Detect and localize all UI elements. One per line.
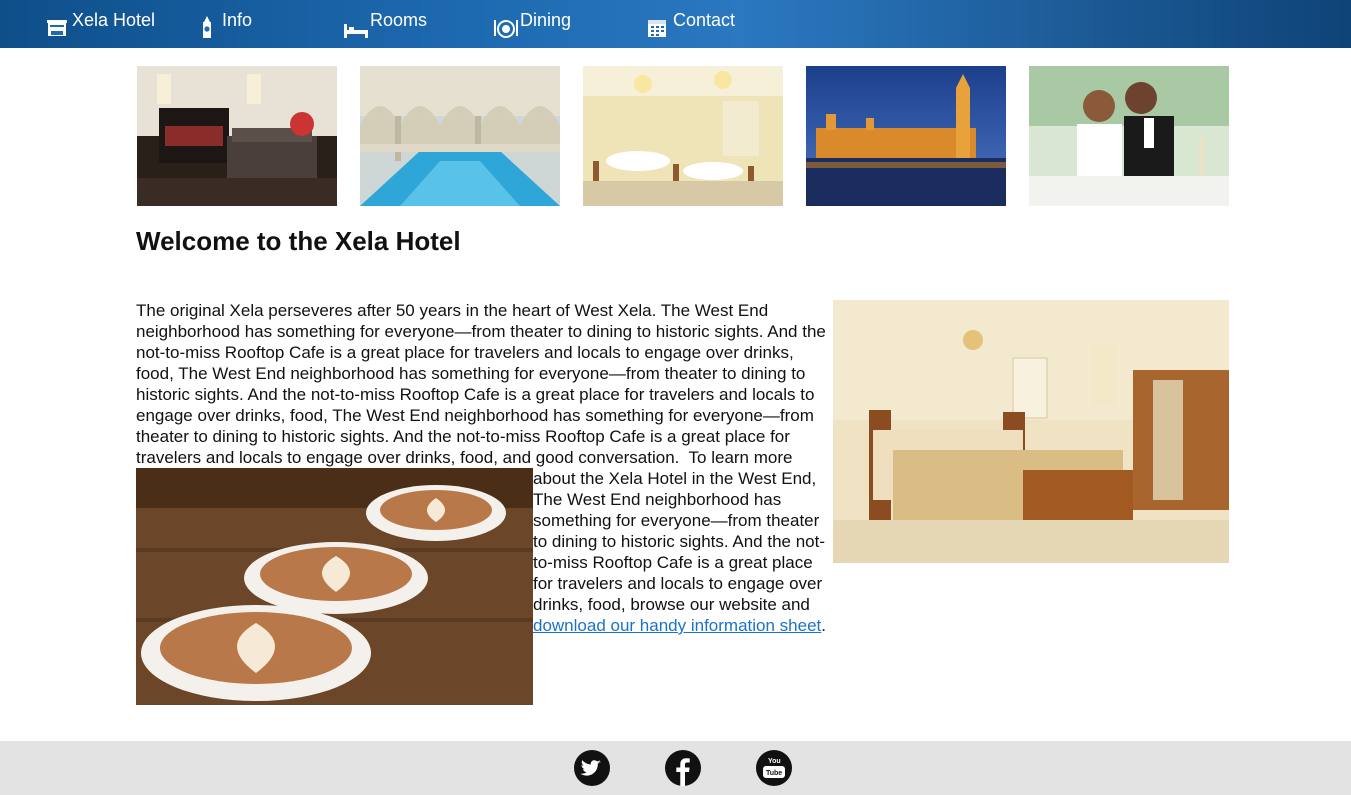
info-sheet-download-link[interactable]: download our handy information sheet xyxy=(533,616,821,635)
nav-item-label: Dining xyxy=(520,9,572,30)
nav-item-label: Contact xyxy=(673,9,736,30)
facebook-icon xyxy=(665,750,701,786)
page-title: Welcome to the Xela Hotel xyxy=(136,226,461,256)
youtube-icon: You Tube xyxy=(756,750,792,786)
article-body: The original Xela perseveres after 50 ye… xyxy=(136,300,833,705)
nav-item-contact[interactable]: Contact xyxy=(647,0,735,48)
nav-item-label: Rooms xyxy=(370,9,428,30)
svg-text:Tube: Tube xyxy=(766,770,782,777)
gallery-image-wedding[interactable] xyxy=(1029,66,1229,206)
nav-item-dining[interactable]: Dining xyxy=(494,0,571,48)
hotel-icon xyxy=(46,16,68,38)
gallery-image-parliament[interactable] xyxy=(806,66,1006,206)
dining-plate-icon xyxy=(494,16,518,38)
twitter-link[interactable] xyxy=(574,750,610,786)
youtube-link[interactable]: You Tube xyxy=(756,750,792,786)
big-ben-icon xyxy=(196,16,218,38)
svg-text:You: You xyxy=(768,758,781,765)
top-nav-bar: Xela Hotel Info Rooms Dining Contact xyxy=(0,0,1351,48)
twitter-icon xyxy=(574,750,610,786)
nav-item-label: Info xyxy=(222,9,253,30)
gallery-image-bedroom[interactable] xyxy=(137,66,337,206)
coffee-cups-image xyxy=(136,468,533,705)
gallery-image-pool[interactable] xyxy=(360,66,560,206)
nav-item-label: Xela Hotel xyxy=(72,9,156,30)
footer: You Tube xyxy=(0,741,1351,795)
nav-item-info[interactable]: Info xyxy=(196,0,252,48)
calendar-icon xyxy=(647,16,669,38)
bed-icon xyxy=(344,16,368,38)
nav-item-xela-hotel[interactable]: Xela Hotel xyxy=(46,0,155,48)
article-trailing: . xyxy=(821,616,826,635)
facebook-link[interactable] xyxy=(665,750,701,786)
bedroom-image xyxy=(833,300,1229,563)
nav-item-rooms[interactable]: Rooms xyxy=(344,0,427,48)
gallery-image-banquet-hall[interactable] xyxy=(583,66,783,206)
